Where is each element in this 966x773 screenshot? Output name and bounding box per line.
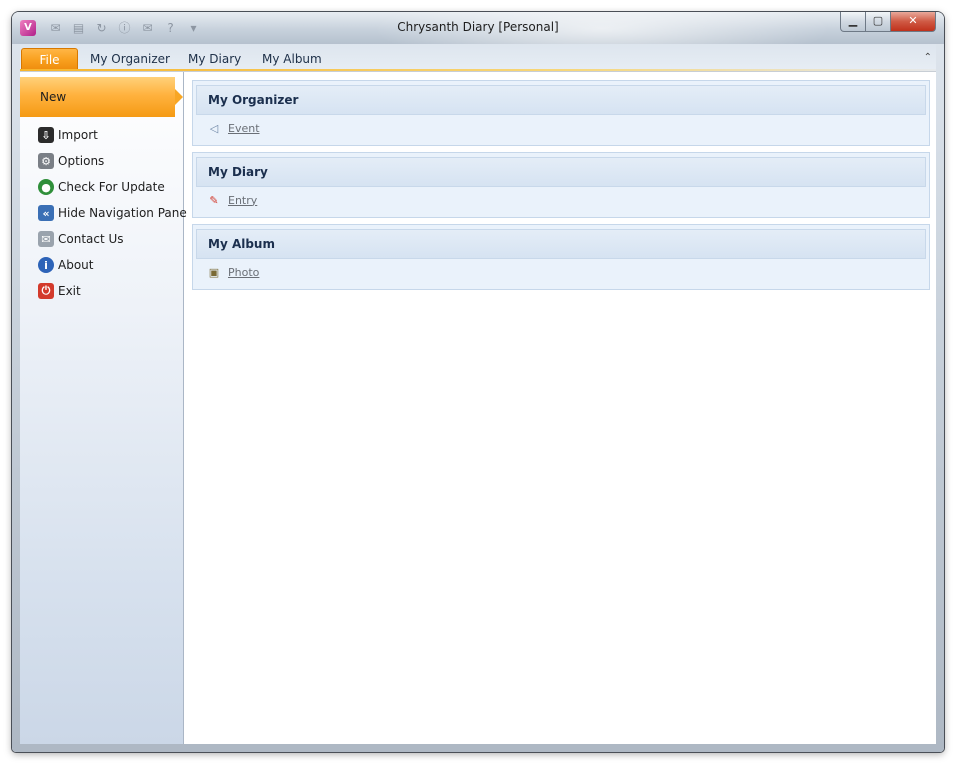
sidebar-item-check-for-update[interactable]: ● Check For Update <box>38 174 187 200</box>
backstage-view: New ⇩ Import ⚙ Options ● Check For Updat… <box>20 71 936 744</box>
tab-my-organizer[interactable]: My Organizer <box>90 48 170 70</box>
sidebar-item-import[interactable]: ⇩ Import <box>38 122 187 148</box>
app-window: V ✉ ▤ ↻ ⓘ ✉ ? ▾ Chrysanth Diary [Persona… <box>12 12 944 752</box>
maximize-button[interactable]: ▢ <box>866 12 891 32</box>
new-items-panel: My Organizer ◁ Event My Diary ✎ Entry My… <box>192 80 930 296</box>
sidebar-item-label: Exit <box>58 284 81 298</box>
sidebar-item-label: Check For Update <box>58 180 165 194</box>
sidebar-item-exit[interactable]: ⏻ Exit <box>38 278 187 304</box>
close-button[interactable]: ✕ <box>891 12 936 32</box>
globe-icon: ● <box>38 179 54 195</box>
sidebar-item-hide-navigation-pane[interactable]: « Hide Navigation Pane <box>38 200 187 226</box>
group-my-organizer: My Organizer ◁ Event <box>192 80 930 146</box>
window-controls: ▁ ▢ ✕ <box>840 12 936 32</box>
group-my-album: My Album ▣ Photo <box>192 224 930 290</box>
sidebar-item-label: Options <box>58 154 105 168</box>
sidebar-item-options[interactable]: ⚙ Options <box>38 148 187 174</box>
link-label: Event <box>228 121 260 135</box>
file-menu-list: ⇩ Import ⚙ Options ● Check For Update « … <box>38 122 187 304</box>
ribbon-tabs: File My Organizer My Diary My Album ⌃ <box>20 44 936 72</box>
info-icon: i <box>38 257 54 273</box>
tab-my-diary[interactable]: My Diary <box>188 48 241 70</box>
event-icon: ◁ <box>209 121 219 135</box>
title-bar: V ✉ ▤ ↻ ⓘ ✉ ? ▾ Chrysanth Diary [Persona… <box>12 12 944 68</box>
new-entry-link[interactable]: ✎ Entry <box>196 187 926 213</box>
power-icon: ⏻ <box>38 283 54 299</box>
group-my-diary: My Diary ✎ Entry <box>192 152 930 218</box>
collapse-ribbon-icon[interactable]: ⌃ <box>924 52 932 63</box>
group-header: My Organizer <box>196 85 926 115</box>
sidebar-item-contact-us[interactable]: ✉ Contact Us <box>38 226 187 252</box>
import-icon: ⇩ <box>38 127 54 143</box>
group-header: My Diary <box>196 157 926 187</box>
photo-icon: ▣ <box>208 265 220 279</box>
collapse-pane-icon: « <box>38 205 54 221</box>
group-header: My Album <box>196 229 926 259</box>
minimize-button[interactable]: ▁ <box>840 12 866 32</box>
envelope-icon: ✉ <box>38 231 54 247</box>
file-menu-sidebar: New ⇩ Import ⚙ Options ● Check For Updat… <box>20 72 187 744</box>
new-photo-link[interactable]: ▣ Photo <box>196 259 926 285</box>
tab-my-album[interactable]: My Album <box>262 48 322 70</box>
sidebar-item-label: Import <box>58 128 98 142</box>
link-label: Photo <box>228 265 260 279</box>
sidebar-item-label: About <box>58 258 94 272</box>
gear-icon: ⚙ <box>38 153 54 169</box>
window-title: Chrysanth Diary [Personal] <box>397 20 559 34</box>
sidebar-item-about[interactable]: i About <box>38 252 187 278</box>
sidebar-item-new[interactable]: New <box>20 77 183 117</box>
link-label: Entry <box>228 193 258 207</box>
sidebar-item-label: Hide Navigation Pane <box>58 206 187 220</box>
sidebar-item-label: Contact Us <box>58 232 124 246</box>
pencil-icon: ✎ <box>209 193 219 207</box>
new-event-link[interactable]: ◁ Event <box>196 115 926 141</box>
